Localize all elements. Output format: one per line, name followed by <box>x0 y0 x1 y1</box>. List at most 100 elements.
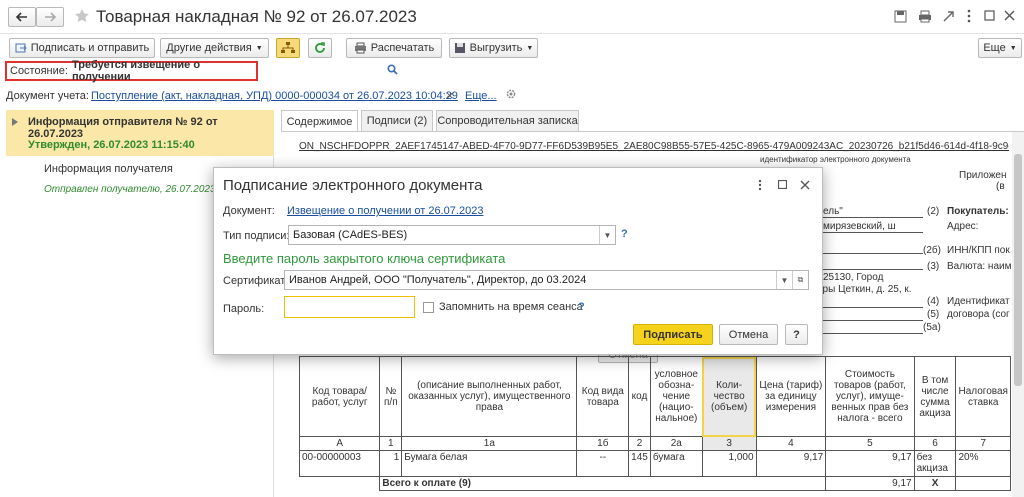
remember-help[interactable]: ? <box>578 301 585 313</box>
cancel-button[interactable]: Отмена <box>719 324 778 345</box>
field-num: (3) <box>927 261 940 272</box>
window-title: Товарная накладная № 92 от 26.07.2023 <box>96 7 417 26</box>
header-unit-code: код <box>628 356 651 437</box>
password-input[interactable] <box>284 296 415 318</box>
tab-signatures[interactable]: Подписи (2) <box>361 110 433 131</box>
more-label: Еще <box>983 42 1006 54</box>
tab-cover-note-label: Сопроводительная записка <box>437 115 578 127</box>
approved-status: Утвержден, 26.07.2023 11:15:40 <box>28 139 195 151</box>
chevron-down-icon: ▼ <box>776 271 792 289</box>
vertical-scrollbar[interactable] <box>1012 132 1024 497</box>
field-line <box>823 296 923 308</box>
col-index: 5 <box>825 436 915 451</box>
sign-and-send-button[interactable]: Подписать и отправить <box>9 38 155 58</box>
remember-checkbox[interactable] <box>423 302 434 313</box>
field-label: Покупатель: <box>947 206 1009 217</box>
tab-content[interactable]: Содержимое <box>281 110 358 132</box>
col-index: 2 <box>628 436 651 451</box>
refresh-button[interactable] <box>308 38 332 58</box>
send-icon <box>15 42 27 54</box>
signature-type-help[interactable]: ? <box>621 228 628 240</box>
maximize-icon[interactable] <box>984 10 995 21</box>
field-label: ИНН/КПП пок <box>947 245 1010 256</box>
clear-button[interactable]: × <box>446 88 454 103</box>
account-doc-more-link[interactable]: Еще... <box>465 90 497 102</box>
gear-icon[interactable] <box>505 88 517 100</box>
column-index-row: А 1 1а 1б 2 2а 3 4 5 6 7 <box>298 436 1011 451</box>
header-num: № п/п <box>379 356 403 437</box>
field-label: договора (сог <box>947 309 1010 320</box>
appendix-label: Приложен <box>959 170 1007 181</box>
star-icon[interactable] <box>74 8 90 24</box>
save-icon[interactable] <box>894 10 907 23</box>
print-label: Распечатать <box>370 42 435 54</box>
open-icon[interactable]: ⧉ <box>792 271 808 289</box>
field-label: Идентификат <box>947 296 1010 307</box>
cell-code: 00-00000003 <box>298 450 381 477</box>
field-line <box>823 242 923 254</box>
cell-tax-rate: 20% <box>955 450 1011 477</box>
account-doc-link[interactable]: Поступление (акт, накладная, УПД) 0000-0… <box>91 90 458 102</box>
password-label: Пароль: <box>223 303 265 315</box>
more-vertical-icon[interactable] <box>757 179 763 191</box>
account-doc-label: Документ учета: <box>6 90 89 102</box>
remember-label: Запомнить на время сеанса <box>439 301 583 313</box>
field-value: 25130, Город <box>823 272 884 283</box>
sign-button[interactable]: Подписать <box>633 324 713 345</box>
triangle-right-icon <box>11 118 19 126</box>
structure-button[interactable] <box>276 38 300 58</box>
disk-icon <box>454 42 466 54</box>
other-actions-button[interactable]: Другие действия ▼ <box>160 38 269 58</box>
scrollbar-thumb[interactable] <box>1014 154 1022 386</box>
total-label: Всего к оплате (9) <box>379 476 827 491</box>
chevron-down-icon: ▼ <box>255 44 263 52</box>
sent-to-receiver-status: Отправлен получателю, 26.07.2023 11:1 <box>44 184 238 195</box>
field-num: (5) <box>927 309 940 320</box>
maximize-icon[interactable] <box>778 180 787 189</box>
receiver-info-item[interactable]: Информация получателя <box>44 163 173 175</box>
chevron-down-icon: ▼ <box>599 226 615 244</box>
header-kind-code: Код вида товара <box>576 356 630 437</box>
file-id-caption: идентификатор электронного документа <box>760 155 911 164</box>
col-index: А <box>298 436 381 451</box>
printer-icon <box>354 42 367 54</box>
more-button[interactable]: Еще ▼ <box>978 38 1022 58</box>
cell-price: 9,17 <box>755 450 827 477</box>
sender-title: Информация отправителя № 92 от 26.07.202… <box>28 116 218 140</box>
tab-divider <box>281 131 1024 132</box>
certificate-label: Сертификат: <box>223 275 289 287</box>
file-id: ON_NSCHFDOPPR_2AEF1745147-ABED-4F70-9D77… <box>299 141 1009 152</box>
field-value: мирязевский, ш <box>823 221 923 233</box>
close-icon[interactable] <box>1004 10 1015 21</box>
col-index: 2а <box>649 436 703 451</box>
printer-icon[interactable] <box>918 10 932 23</box>
col-index: 7 <box>955 436 1011 451</box>
status-value: Требуется извещение о получении <box>71 59 201 83</box>
document-label: Документ: <box>223 205 275 217</box>
document-link[interactable]: Извещение о получении от 26.07.2023 <box>287 205 483 217</box>
certificate-value: Иванов Андрей, ООО "Получатель", Директо… <box>289 274 587 286</box>
link-icon[interactable] <box>942 10 955 23</box>
signature-type-label: Тип подписи: <box>223 230 290 242</box>
help-button[interactable]: ? <box>785 324 808 345</box>
hierarchy-icon <box>281 42 295 54</box>
status-box: Состояние: Требуется извещение о получен… <box>5 59 258 83</box>
forward-button[interactable] <box>36 7 64 27</box>
status-label: Состояние: <box>10 65 68 77</box>
close-icon[interactable] <box>800 180 810 190</box>
total-row: Всего к оплате (9) 9,17 X <box>299 476 1011 491</box>
header-cost: Стоимость товаров (работ, услуг), имуще-… <box>825 356 915 437</box>
certificate-select[interactable]: Иванов Андрей, ООО "Получатель", Директо… <box>284 270 809 290</box>
search-icon[interactable] <box>387 64 398 75</box>
unload-button[interactable]: Выгрузить ▼ <box>449 38 538 58</box>
sender-info-item[interactable]: Информация отправителя № 92 от 26.07.202… <box>6 110 274 156</box>
sign-and-send-label: Подписать и отправить <box>30 42 150 54</box>
back-button[interactable] <box>8 7 36 27</box>
sign-dialog: Подписание электронного документа Докуме… <box>213 167 823 355</box>
signature-type-select[interactable]: Базовая (CAdES-BES) ▼ <box>288 225 616 245</box>
tab-cover-note[interactable]: Сопроводительная записка <box>436 110 579 131</box>
print-button[interactable]: Распечатать <box>346 38 442 58</box>
more-vertical-icon[interactable] <box>966 9 972 23</box>
sign-button-label: Подписать <box>643 328 703 341</box>
col-index: 4 <box>755 436 827 451</box>
